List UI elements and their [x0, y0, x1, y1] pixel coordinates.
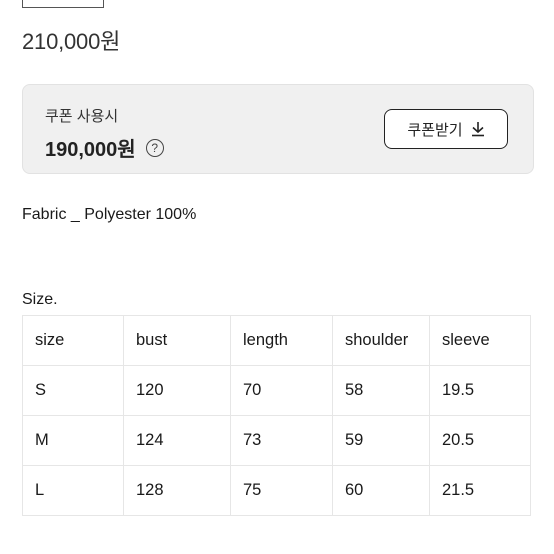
original-price: 210,000원 [22, 29, 121, 54]
table-row: M 124 73 59 20.5 [22, 415, 531, 466]
table-header-row: size bust length shoulder sleeve [22, 315, 531, 366]
cell-length: 75 [230, 465, 333, 516]
fabric-info: Fabric _ Polyester 100% [22, 206, 197, 223]
cell-length: 73 [230, 415, 333, 466]
cell-bust: 128 [123, 465, 231, 516]
question-circle-icon[interactable]: ? [145, 138, 164, 157]
table-row: L 128 75 60 21.5 [22, 465, 531, 516]
get-coupon-button[interactable]: 쿠폰받기 [384, 109, 508, 149]
table-row: S 120 70 58 19.5 [22, 365, 531, 416]
header-size: size [22, 315, 124, 366]
cell-size: M [22, 415, 124, 466]
cell-size: L [22, 465, 124, 516]
size-table: size bust length shoulder sleeve S 120 7… [22, 315, 531, 516]
cell-sleeve: 20.5 [429, 415, 531, 466]
header-bust: bust [123, 315, 231, 366]
coupon-label: 쿠폰 사용시 [45, 108, 119, 125]
header-shoulder: shoulder [332, 315, 430, 366]
cell-size: S [22, 365, 124, 416]
get-coupon-label: 쿠폰받기 [407, 121, 463, 139]
cell-length: 70 [230, 365, 333, 416]
coupon-price-row: 190,000원 ? [45, 133, 164, 162]
size-title: Size. [22, 291, 58, 308]
header-sleeve: sleeve [429, 315, 531, 366]
cell-shoulder: 58 [332, 365, 430, 416]
coupon-box: 쿠폰 사용시 190,000원 ? 쿠폰받기 [22, 84, 534, 174]
cell-shoulder: 60 [332, 465, 430, 516]
cell-sleeve: 19.5 [429, 365, 531, 416]
cell-bust: 124 [123, 415, 231, 466]
cell-shoulder: 59 [332, 415, 430, 466]
download-icon [471, 121, 485, 137]
coupon-price: 190,000원 [45, 139, 136, 161]
header-length: length [230, 315, 333, 366]
cell-sleeve: 21.5 [429, 465, 531, 516]
md-badge: MD [22, 0, 104, 8]
cell-bust: 120 [123, 365, 231, 416]
